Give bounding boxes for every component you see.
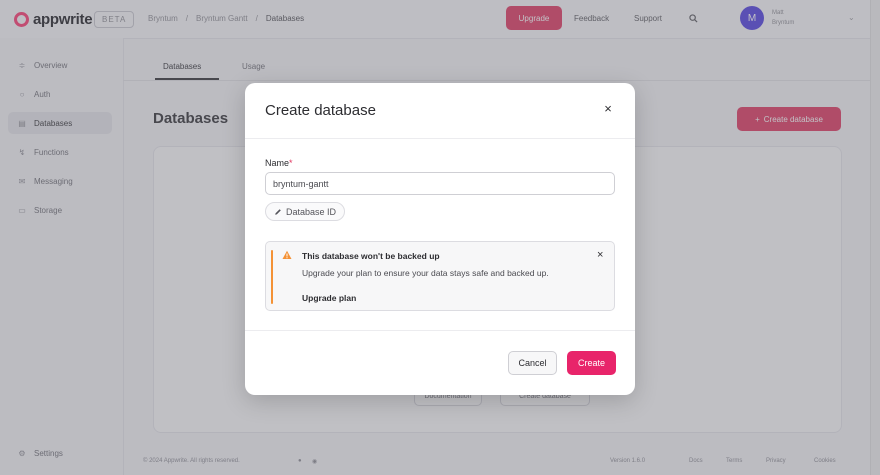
name-label: Name* xyxy=(265,158,293,168)
pencil-icon xyxy=(275,208,281,215)
backup-warning-alert: This database won't be backed up Upgrade… xyxy=(265,241,615,311)
cancel-button[interactable]: Cancel xyxy=(508,351,557,375)
create-database-dialog: Create database × Name* Database ID This… xyxy=(245,83,635,395)
divider xyxy=(245,330,635,331)
close-icon[interactable]: × xyxy=(601,101,615,117)
alert-title: This database won't be backed up xyxy=(302,251,440,261)
dismiss-alert-icon[interactable]: × xyxy=(597,249,603,261)
alert-body: Upgrade your plan to ensure your data st… xyxy=(302,268,549,278)
required-mark: * xyxy=(289,158,293,168)
divider xyxy=(245,138,635,139)
database-id-button[interactable]: Database ID xyxy=(265,202,346,221)
warning-icon xyxy=(282,250,292,259)
database-id-label: Database ID xyxy=(286,206,337,217)
create-button[interactable]: Create xyxy=(567,351,616,375)
name-label-text: Name xyxy=(265,158,290,168)
dialog-title: Create database xyxy=(265,102,376,119)
alert-accent-bar xyxy=(271,250,273,304)
upgrade-plan-link[interactable]: Upgrade plan xyxy=(302,293,356,303)
database-name-input[interactable] xyxy=(265,172,615,195)
